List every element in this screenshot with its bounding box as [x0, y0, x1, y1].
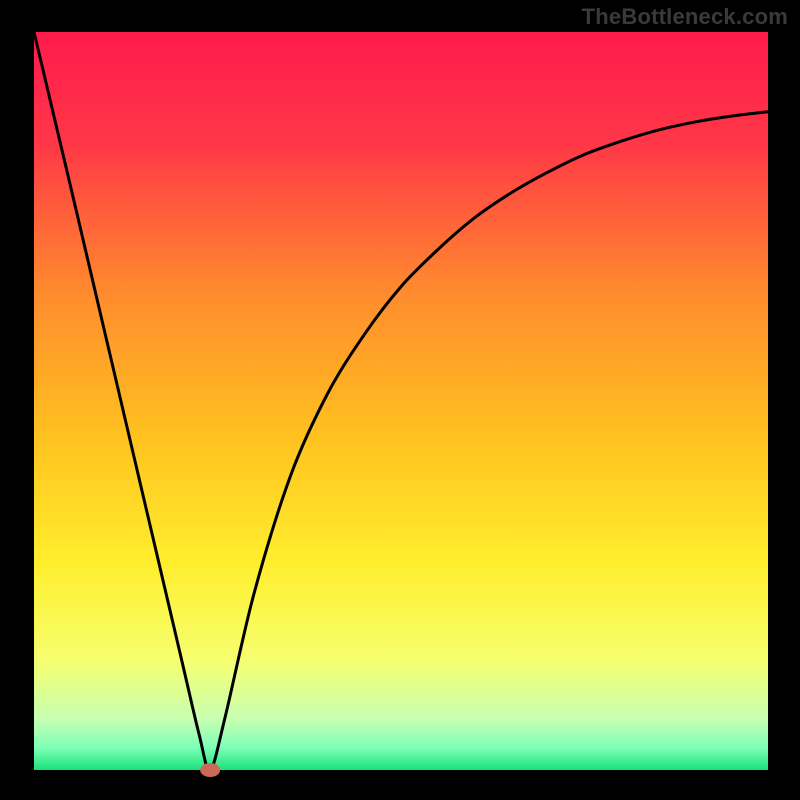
bottleneck-marker — [200, 763, 220, 777]
chart-frame: TheBottleneck.com — [0, 0, 800, 800]
plot-background — [34, 32, 768, 770]
watermark-text: TheBottleneck.com — [582, 4, 788, 30]
chart-canvas — [0, 0, 800, 800]
